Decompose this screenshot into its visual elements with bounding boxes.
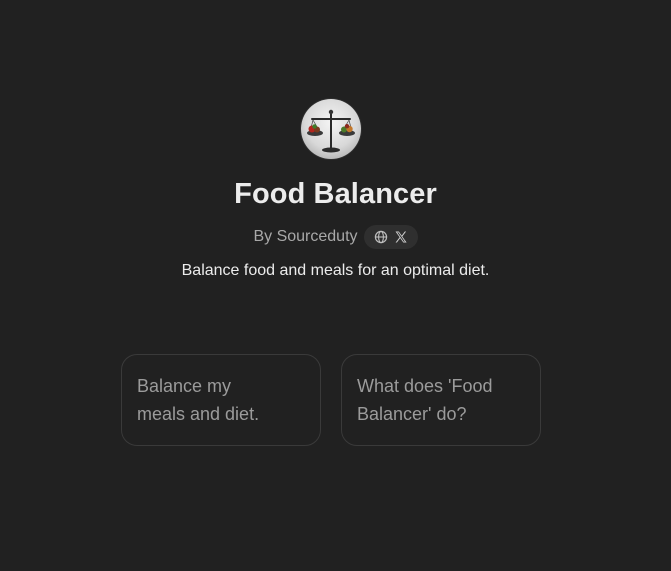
gpt-landing: Food Balancer By Sourceduty Balance food…: [0, 0, 671, 571]
starter-line: Balancer' do?: [357, 404, 467, 424]
scale-icon: [307, 109, 355, 153]
conversation-starter[interactable]: Balance my meals and diet.: [121, 354, 321, 446]
starter-line: meals and diet.: [137, 404, 260, 424]
gpt-description: Balance food and meals for an optimal di…: [181, 262, 490, 279]
byline: By Sourceduty: [0, 225, 671, 249]
x-logo-icon[interactable]: [393, 229, 409, 245]
starter-line: Balance my: [137, 376, 232, 396]
social-links: [363, 225, 418, 249]
gpt-title: Food Balancer: [234, 178, 437, 210]
conversation-starter[interactable]: What does 'Food Balancer' do?: [341, 354, 541, 446]
globe-icon[interactable]: [373, 229, 389, 245]
avatar: [301, 99, 361, 159]
starter-line: What does 'Food: [357, 376, 493, 396]
author-label: By Sourceduty: [253, 228, 358, 245]
